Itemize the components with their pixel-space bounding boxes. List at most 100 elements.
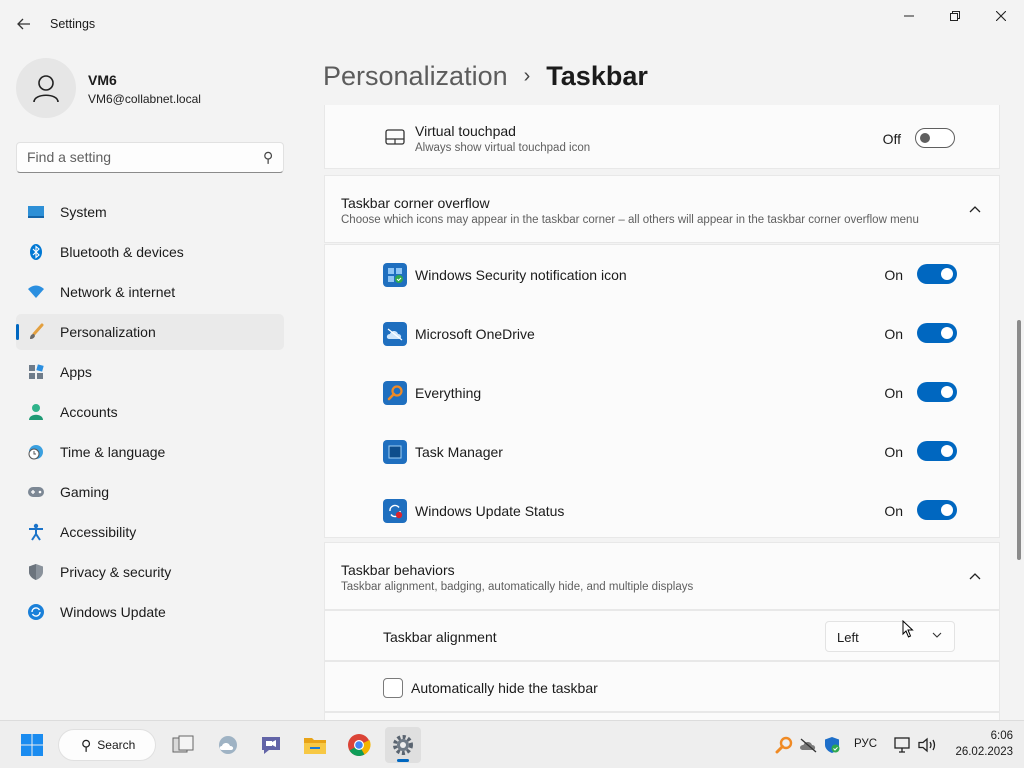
windows-update-status-toggle[interactable] bbox=[917, 500, 957, 520]
back-button[interactable] bbox=[10, 10, 38, 38]
windows-start-icon bbox=[21, 734, 43, 756]
settings-taskbar-button[interactable] bbox=[385, 727, 421, 763]
everything-tray-icon[interactable] bbox=[775, 736, 793, 754]
file-explorer-button[interactable] bbox=[297, 727, 333, 763]
content-scrollbar[interactable] bbox=[1017, 320, 1021, 560]
taskbar-behaviors-text: Taskbar behaviors Taskbar alignment, bad… bbox=[341, 562, 693, 593]
minimize-button[interactable] bbox=[886, 0, 932, 32]
sidebar-item-windows-update[interactable]: Windows Update bbox=[16, 594, 284, 630]
sidebar-item-network[interactable]: Network & internet bbox=[16, 274, 284, 310]
taskbar-behaviors-header[interactable]: Taskbar behaviors Taskbar alignment, bad… bbox=[324, 542, 1000, 610]
arrow-left-icon bbox=[17, 18, 30, 30]
chevron-up-icon[interactable] bbox=[969, 569, 981, 583]
clock-globe-icon bbox=[26, 442, 46, 462]
item-label: Microsoft OneDrive bbox=[415, 326, 535, 342]
list-item[interactable]: Everything On bbox=[325, 363, 1000, 422]
search-icon: ⚲ bbox=[262, 149, 273, 165]
auto-hide-label: Automatically hide the taskbar bbox=[411, 680, 598, 696]
sidebar-nav: System Bluetooth & devices Network & int… bbox=[16, 194, 284, 634]
page-title: Taskbar bbox=[546, 60, 648, 91]
sidebar-item-time-language[interactable]: Time & language bbox=[16, 434, 284, 470]
language-indicator[interactable]: РУС bbox=[854, 738, 877, 750]
start-button[interactable] bbox=[14, 727, 50, 763]
virtual-touchpad-description: Always show virtual touchpad icon bbox=[415, 142, 591, 154]
chrome-button[interactable] bbox=[341, 727, 377, 763]
everything-search-icon bbox=[383, 381, 407, 405]
list-item[interactable]: Task Manager On bbox=[325, 422, 1000, 481]
list-item[interactable]: Windows Update Status On bbox=[325, 481, 1000, 540]
task-view-button[interactable] bbox=[165, 727, 201, 763]
item-state: On bbox=[884, 326, 903, 342]
corner-overflow-text: Taskbar corner overflow Choose which ico… bbox=[341, 195, 919, 226]
corner-overflow-list: Windows Security notification icon On Mi… bbox=[324, 244, 1000, 538]
sidebar-item-label: Time & language bbox=[60, 444, 166, 460]
breadcrumb-separator: › bbox=[523, 64, 531, 87]
item-label: Everything bbox=[415, 385, 482, 401]
breadcrumb-parent[interactable]: Personalization bbox=[323, 61, 508, 92]
sidebar-item-accounts[interactable]: Accounts bbox=[16, 394, 284, 430]
taskbar-alignment-dropdown[interactable]: Left bbox=[825, 621, 955, 652]
widgets-button[interactable] bbox=[210, 727, 246, 763]
brush-icon bbox=[26, 322, 46, 342]
item-label: Task Manager bbox=[415, 444, 503, 460]
monitor-icon bbox=[26, 202, 46, 222]
task-manager-icon bbox=[383, 440, 407, 464]
wifi-icon bbox=[26, 282, 46, 302]
clock-date[interactable]: 26.02.2023 bbox=[945, 746, 1013, 758]
gamepad-icon bbox=[26, 482, 46, 502]
onedrive-icon bbox=[383, 322, 407, 346]
corner-overflow-header[interactable]: Taskbar corner overflow Choose which ico… bbox=[324, 175, 1000, 243]
weather-icon bbox=[219, 736, 237, 754]
defender-tray-icon[interactable] bbox=[823, 736, 841, 754]
search-icon: ⚲ bbox=[81, 736, 92, 753]
taskbar-search-label: Search bbox=[97, 738, 136, 752]
chevron-up-icon[interactable] bbox=[969, 202, 981, 216]
taskbar-behaviors-title: Taskbar behaviors bbox=[341, 562, 455, 578]
item-state: On bbox=[884, 444, 903, 460]
onedrive-toggle[interactable] bbox=[917, 323, 957, 343]
sidebar-item-bluetooth[interactable]: Bluetooth & devices bbox=[16, 234, 284, 270]
user-profile[interactable]: VM6 VM6@collabnet.local bbox=[16, 58, 296, 118]
sidebar-item-personalization[interactable]: Personalization bbox=[16, 314, 284, 350]
everything-toggle[interactable] bbox=[917, 382, 957, 402]
sidebar-item-system[interactable]: System bbox=[16, 194, 284, 230]
maximize-button[interactable] bbox=[932, 0, 978, 32]
sidebar-item-privacy-security[interactable]: Privacy & security bbox=[16, 554, 284, 590]
settings-gear-icon bbox=[393, 735, 413, 755]
auto-hide-checkbox[interactable] bbox=[383, 678, 403, 698]
clock-time[interactable]: 6:06 bbox=[949, 730, 1013, 742]
onedrive-tray-icon[interactable] bbox=[799, 736, 817, 754]
find-setting-search[interactable]: ⚲ bbox=[16, 142, 284, 173]
sidebar-item-apps[interactable]: Apps bbox=[16, 354, 284, 390]
virtual-touchpad-title: Virtual touchpad bbox=[415, 123, 516, 139]
volume-icon[interactable] bbox=[918, 736, 936, 754]
virtual-touchpad-row[interactable]: Virtual touchpad Always show virtual tou… bbox=[324, 105, 1000, 169]
user-email: VM6@collabnet.local bbox=[88, 92, 201, 106]
taskbar: ⚲ Search РУС 6:06 26.02.2023 bbox=[0, 720, 1024, 768]
shield-icon bbox=[26, 562, 46, 582]
network-icon[interactable] bbox=[894, 736, 912, 754]
windows-security-toggle[interactable] bbox=[917, 264, 957, 284]
file-explorer-icon bbox=[304, 738, 326, 754]
sidebar-item-accessibility[interactable]: Accessibility bbox=[16, 514, 284, 550]
chat-button[interactable] bbox=[253, 727, 289, 763]
next-setting-row bbox=[324, 712, 1000, 720]
virtual-touchpad-toggle[interactable] bbox=[915, 128, 955, 148]
sidebar-item-label: Network & internet bbox=[60, 284, 176, 300]
list-item[interactable]: Microsoft OneDrive On bbox=[325, 304, 1000, 363]
auto-hide-row[interactable]: Automatically hide the taskbar bbox=[324, 661, 1000, 712]
task-manager-toggle[interactable] bbox=[917, 441, 957, 461]
close-icon bbox=[996, 11, 1006, 21]
sidebar-item-label: Windows Update bbox=[60, 604, 166, 620]
close-button[interactable] bbox=[978, 0, 1024, 32]
breadcrumb: Personalization › Taskbar bbox=[323, 58, 648, 94]
search-input[interactable] bbox=[27, 149, 247, 165]
item-state: On bbox=[884, 267, 903, 283]
windows-update-status-icon bbox=[383, 499, 407, 523]
accessibility-icon bbox=[26, 522, 46, 542]
taskbar-behaviors-description: Taskbar alignment, badging, automaticall… bbox=[341, 581, 694, 593]
list-item[interactable]: Windows Security notification icon On bbox=[325, 245, 1000, 304]
taskbar-search[interactable]: ⚲ Search bbox=[58, 729, 156, 761]
sidebar-item-gaming[interactable]: Gaming bbox=[16, 474, 284, 510]
chevron-down-icon bbox=[932, 630, 942, 641]
